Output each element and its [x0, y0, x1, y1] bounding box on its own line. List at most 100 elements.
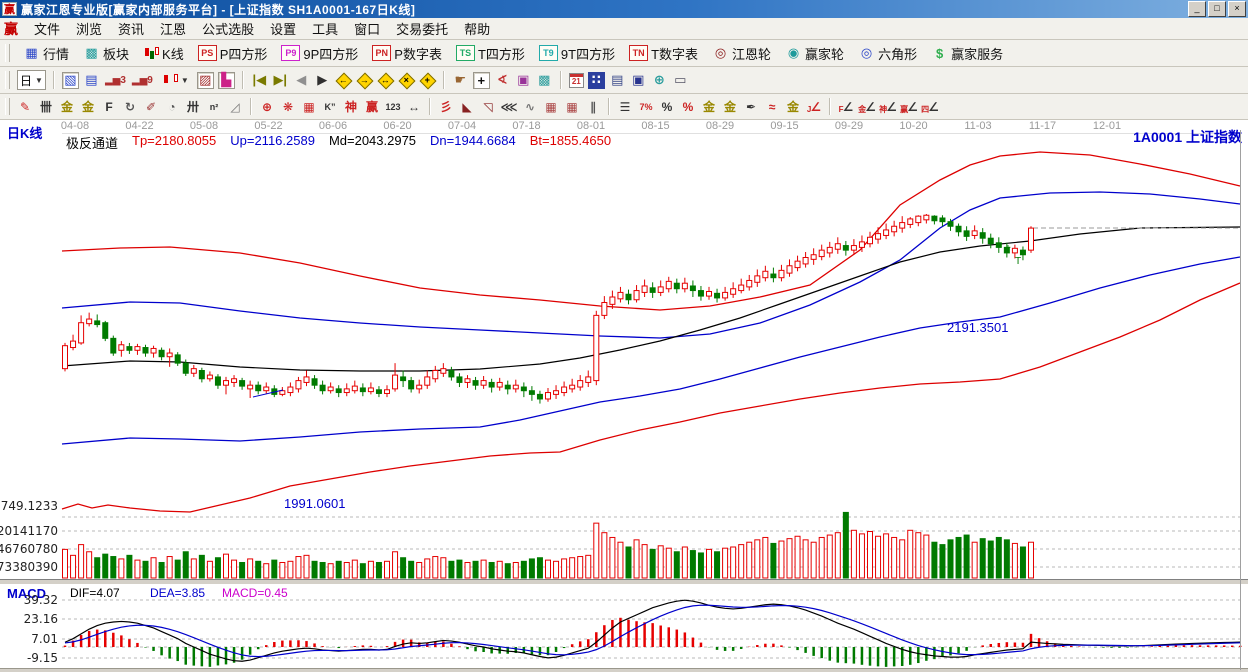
sectors-button[interactable]: ▩板块 [79, 42, 133, 65]
wave-3-icon[interactable]: ▂▅3 [104, 72, 127, 89]
red-pen-tool[interactable]: ✎ [16, 98, 34, 115]
expand-all-diamond[interactable]: + [419, 72, 436, 89]
f-ruler-tool[interactable]: F [100, 98, 118, 115]
t-square-button[interactable]: TST四方形 [452, 42, 529, 65]
candle-style-dropdown[interactable]: ▼ [158, 71, 193, 90]
p-number-table-button[interactable]: PNP数字表 [368, 42, 446, 65]
calculator-icon[interactable]: ∷ [588, 72, 605, 89]
k-quote-tool[interactable]: K” [321, 98, 339, 115]
star-web-tool[interactable]: ❋ [279, 98, 297, 115]
price-ladder-tool[interactable]: ☰ [616, 98, 634, 115]
winner-service-button[interactable]: $赢家服务 [927, 42, 1007, 65]
hexagon-wheel-button[interactable]: ◎六角形 [854, 42, 921, 65]
shift-left-diamond[interactable]: ← [335, 72, 352, 89]
pen-ruler-tool[interactable]: ✐ [142, 98, 160, 115]
menu-item-9[interactable]: 交易委托 [388, 17, 456, 40]
menu-item-2[interactable]: 浏览 [68, 17, 110, 40]
ying-angle-tool[interactable]: 赢∠ [900, 98, 918, 115]
last-page-icon[interactable]: ▶| [272, 72, 289, 89]
n-squared-tool[interactable]: n² [205, 98, 223, 115]
ink-pen-tool[interactable]: ✒ [742, 98, 760, 115]
menu-item-8[interactable]: 窗口 [346, 17, 388, 40]
red-grid-tool[interactable]: ▦ [542, 98, 560, 115]
hash-ruler-tool[interactable]: 卅 [184, 98, 202, 115]
volume-profile-icon[interactable]: ▙ [218, 72, 235, 89]
kline-button[interactable]: K线 [139, 42, 188, 65]
printer-icon[interactable]: ▭ [672, 72, 689, 89]
menu-item-4[interactable]: 江恩 [152, 17, 194, 40]
quotes-button[interactable]: ▦行情 [19, 42, 73, 65]
gold-grid-tool-2[interactable]: 金 [79, 98, 97, 115]
compress-h-diamond[interactable]: × [398, 72, 415, 89]
shen-angle-tool[interactable]: 神∠ [879, 98, 897, 115]
expand-h-diamond[interactable]: ↔ [377, 72, 394, 89]
menu-item-5[interactable]: 公式选股 [194, 17, 262, 40]
angle-tool-icon[interactable]: ∢ [494, 72, 511, 89]
f-angle-tool[interactable]: F∠ [837, 98, 855, 115]
crosshair-tool-icon[interactable]: + [473, 72, 490, 89]
grid-123-tool[interactable]: 123 [384, 98, 402, 115]
pct-line-tool[interactable]: % [679, 98, 697, 115]
first-page-icon[interactable]: |◀ [251, 72, 268, 89]
red-pattern-icon[interactable]: ▨ [197, 72, 214, 89]
period-daily-dropdown[interactable]: 日▼ [17, 70, 46, 90]
mirror-angle-tool[interactable]: ◿ [226, 98, 244, 115]
pattern-window-icon[interactable]: ▧ [62, 72, 79, 89]
menu-item-7[interactable]: 工具 [304, 17, 346, 40]
t-number-table-button[interactable]: TNT数字表 [625, 42, 702, 65]
circle-crosshair-tool[interactable]: ⊕ [258, 98, 276, 115]
ying-grid-tool[interactable]: 赢 [363, 98, 381, 115]
close-button[interactable]: × [1228, 1, 1246, 17]
next-bar-icon[interactable]: ▶ [314, 72, 331, 89]
p-square-button[interactable]: PSP四方形 [194, 42, 272, 65]
winner-wheel-icon: ◉ [785, 45, 802, 62]
maximize-button[interactable]: □ [1208, 1, 1226, 17]
fan-box-tool[interactable]: ◹ [479, 98, 497, 115]
gann-wheel-button[interactable]: ◎江恩轮 [708, 42, 775, 65]
menu-item-1[interactable]: 文件 [26, 17, 68, 40]
save-icon[interactable]: ▣ [630, 72, 647, 89]
fan-grid-tool[interactable]: ◣ [458, 98, 476, 115]
fan-lines-tool[interactable]: 彡 [437, 98, 455, 115]
red-grid-arrow-tool[interactable]: ▦ [563, 98, 581, 115]
gold-circle-tool[interactable]: 金 [700, 98, 718, 115]
calendar-icon[interactable]: 21 [569, 73, 584, 88]
gold-grid-tool-1[interactable]: 金 [58, 98, 76, 115]
parallel-lines-tool[interactable]: ∥ [584, 98, 602, 115]
prev-bar-icon[interactable]: ◀ [293, 72, 310, 89]
chart-area[interactable]: 日K线 1A0001 上证指数 04-0804-2205-0805-2206-0… [0, 120, 1248, 672]
info-doc-icon[interactable]: ▤ [83, 72, 100, 89]
shen-grid-tool[interactable]: 神 [342, 98, 360, 115]
wave-9-icon[interactable]: ▂▅9 [131, 72, 154, 89]
span-arrow-tool[interactable]: ↔ [405, 98, 423, 115]
notebook-icon[interactable]: ▤ [609, 72, 626, 89]
9t-square-button[interactable]: T99T四方形 [535, 42, 619, 65]
minimize-button[interactable]: _ [1188, 1, 1206, 17]
maze-pattern-icon[interactable]: ▩ [536, 72, 553, 89]
gann-ruler-tool[interactable]: 卌 [37, 98, 55, 115]
spiral-tool[interactable]: ↻ [121, 98, 139, 115]
percent-tool[interactable]: % [658, 98, 676, 115]
menu-item-10[interactable]: 帮助 [456, 17, 498, 40]
winner-wheel-label: 赢家轮 [805, 44, 844, 63]
winner-wheel-button[interactable]: ◉赢家轮 [781, 42, 848, 65]
purple-pattern-icon[interactable]: ▣ [515, 72, 532, 89]
gold-band-tool[interactable]: 金 [784, 98, 802, 115]
hand-tool-icon[interactable]: ☛ [452, 72, 469, 89]
v-wave-tool[interactable]: ∿ [521, 98, 539, 115]
volume-macd-divider[interactable] [0, 579, 1248, 585]
9p-square-button[interactable]: P99P四方形 [277, 42, 362, 65]
box-web-tool[interactable]: ▦ [300, 98, 318, 115]
menu-item-3[interactable]: 资讯 [110, 17, 152, 40]
angle-arrows-tool[interactable]: ⋘ [500, 98, 518, 115]
j-angle-tool[interactable]: J∠ [805, 98, 823, 115]
circle-arrow-tool[interactable]: ◔ [163, 98, 181, 115]
gold-angle-tool[interactable]: 金∠ [858, 98, 876, 115]
si-angle-tool[interactable]: 四∠ [921, 98, 939, 115]
wave-band-tool[interactable]: ≈ [763, 98, 781, 115]
shift-right-diamond[interactable]: → [356, 72, 373, 89]
network-icon[interactable]: ⊕ [651, 72, 668, 89]
pct-triangle-tool[interactable]: 7% [637, 98, 655, 115]
gold-lines-tool[interactable]: 金 [721, 98, 739, 115]
menu-item-6[interactable]: 设置 [262, 17, 304, 40]
